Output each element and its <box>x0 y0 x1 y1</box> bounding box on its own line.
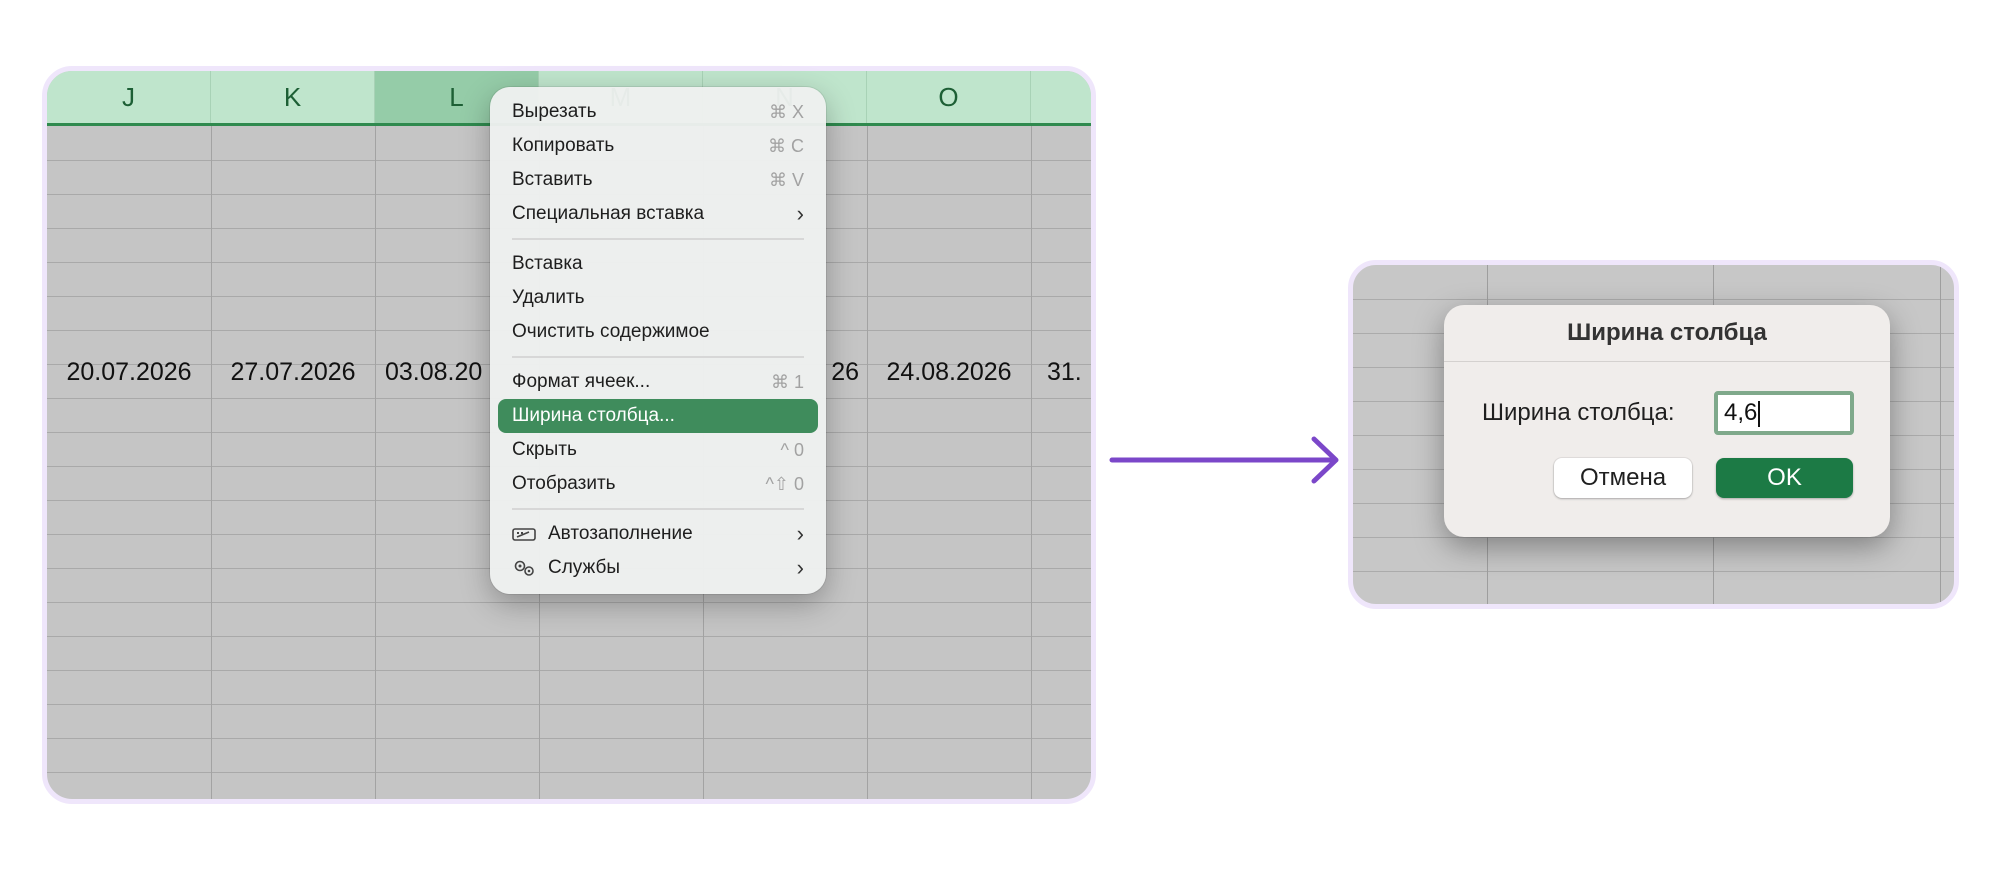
context-menu: Вырезать ⌘ X Копировать ⌘ C Вставить ⌘ V… <box>490 87 826 594</box>
chevron-right-icon: › <box>796 521 804 546</box>
grid-row-line <box>1353 571 1954 572</box>
text-caret <box>1758 400 1761 427</box>
cell-date-p[interactable]: 31. <box>1031 354 1091 390</box>
grid-row-line <box>47 704 1091 705</box>
menu-item-format-cells[interactable]: Формат ячеек... ⌘ 1 <box>498 365 818 399</box>
menu-item-label: Удалить <box>512 287 585 308</box>
cancel-button[interactable]: Отмена <box>1554 458 1692 498</box>
menu-separator <box>512 508 804 510</box>
column-width-dialog: Ширина столбца Ширина столбца: 4,6 Отмен… <box>1444 305 1890 537</box>
column-header-k[interactable]: K <box>211 71 375 123</box>
services-gears-icon <box>512 559 538 577</box>
menu-item-copy[interactable]: Копировать ⌘ C <box>498 129 818 163</box>
shortcut-label: ^ 0 <box>780 439 804 460</box>
grid-row-line <box>47 738 1091 739</box>
column-width-field-row: Ширина столбца: 4,6 <box>1444 391 1890 435</box>
menu-item-column-width[interactable]: Ширина столбца... <box>498 399 818 433</box>
menu-item-hide[interactable]: Скрыть ^ 0 <box>498 433 818 467</box>
grid-row-line <box>47 772 1091 773</box>
column-width-value: 4,6 <box>1724 399 1758 426</box>
column-width-label: Ширина столбца: <box>1482 399 1675 426</box>
menu-separator <box>512 356 804 358</box>
ok-button[interactable]: OK <box>1716 458 1853 498</box>
dialog-panel: Ширина столбца Ширина столбца: 4,6 Отмен… <box>1348 260 1959 609</box>
shortcut-label: ⌘ X <box>768 101 804 122</box>
shortcut-label: ^⇧ 0 <box>765 473 804 494</box>
menu-item-cut[interactable]: Вырезать ⌘ X <box>498 95 818 129</box>
grid-row-line <box>1353 299 1954 300</box>
chevron-right-icon: › <box>796 555 804 580</box>
menu-item-label: Скрыть <box>512 439 577 460</box>
grid-column-line <box>375 126 376 799</box>
grid-row-line <box>1353 537 1954 538</box>
column-header-o[interactable]: O <box>867 71 1031 123</box>
grid-column-line <box>1940 265 1941 604</box>
menu-item-label: Автозаполнение <box>548 523 693 544</box>
shortcut-label: ⌘ V <box>768 169 804 190</box>
flow-arrow-icon <box>1109 436 1339 484</box>
menu-item-label: Ширина столбца... <box>512 405 675 426</box>
menu-item-label: Очистить содержимое <box>512 321 710 342</box>
menu-item-label: Специальная вставка <box>512 203 705 224</box>
grid-row-line <box>47 670 1091 671</box>
cell-date-j[interactable]: 20.07.2026 <box>47 354 211 390</box>
column-width-input[interactable]: 4,6 <box>1714 391 1854 435</box>
menu-item-label: Вставить <box>512 169 593 190</box>
menu-item-label: Формат ячеек... <box>512 371 651 392</box>
grid-row-line <box>1353 605 1954 606</box>
shortcut-label: ⌘ C <box>768 135 804 156</box>
grid-column-line <box>1031 126 1032 799</box>
grid-row-line <box>47 636 1091 637</box>
menu-item-unhide[interactable]: Отобразить ^⇧ 0 <box>498 467 818 501</box>
menu-separator <box>512 238 804 240</box>
chevron-right-icon: › <box>796 201 804 226</box>
menu-item-clear-contents[interactable]: Очистить содержимое <box>498 315 818 349</box>
menu-item-delete[interactable]: Удалить <box>498 281 818 315</box>
cell-date-o[interactable]: 24.08.2026 <box>867 354 1031 390</box>
grid-column-line <box>867 126 868 799</box>
autofill-icon <box>512 526 538 542</box>
menu-item-insert[interactable]: Вставка <box>498 247 818 281</box>
menu-item-label: Копировать <box>512 135 615 156</box>
menu-item-label: Вырезать <box>512 101 597 122</box>
cell-date-k[interactable]: 27.07.2026 <box>211 354 375 390</box>
shortcut-label: ⌘ 1 <box>770 371 804 392</box>
menu-item-paste[interactable]: Вставить ⌘ V <box>498 163 818 197</box>
menu-item-autofill[interactable]: Автозаполнение › <box>498 517 818 551</box>
menu-item-label: Вставка <box>512 253 583 274</box>
grid-row-line <box>47 602 1091 603</box>
menu-item-services[interactable]: Службы › <box>498 551 818 585</box>
column-header-p[interactable] <box>1031 71 1091 123</box>
menu-item-label: Службы <box>548 557 620 578</box>
menu-item-paste-special[interactable]: Специальная вставка › <box>498 197 818 231</box>
menu-item-label: Отобразить <box>512 473 616 494</box>
dialog-title: Ширина столбца <box>1444 305 1890 362</box>
grid-column-line <box>211 126 212 799</box>
column-header-j[interactable]: J <box>47 71 211 123</box>
